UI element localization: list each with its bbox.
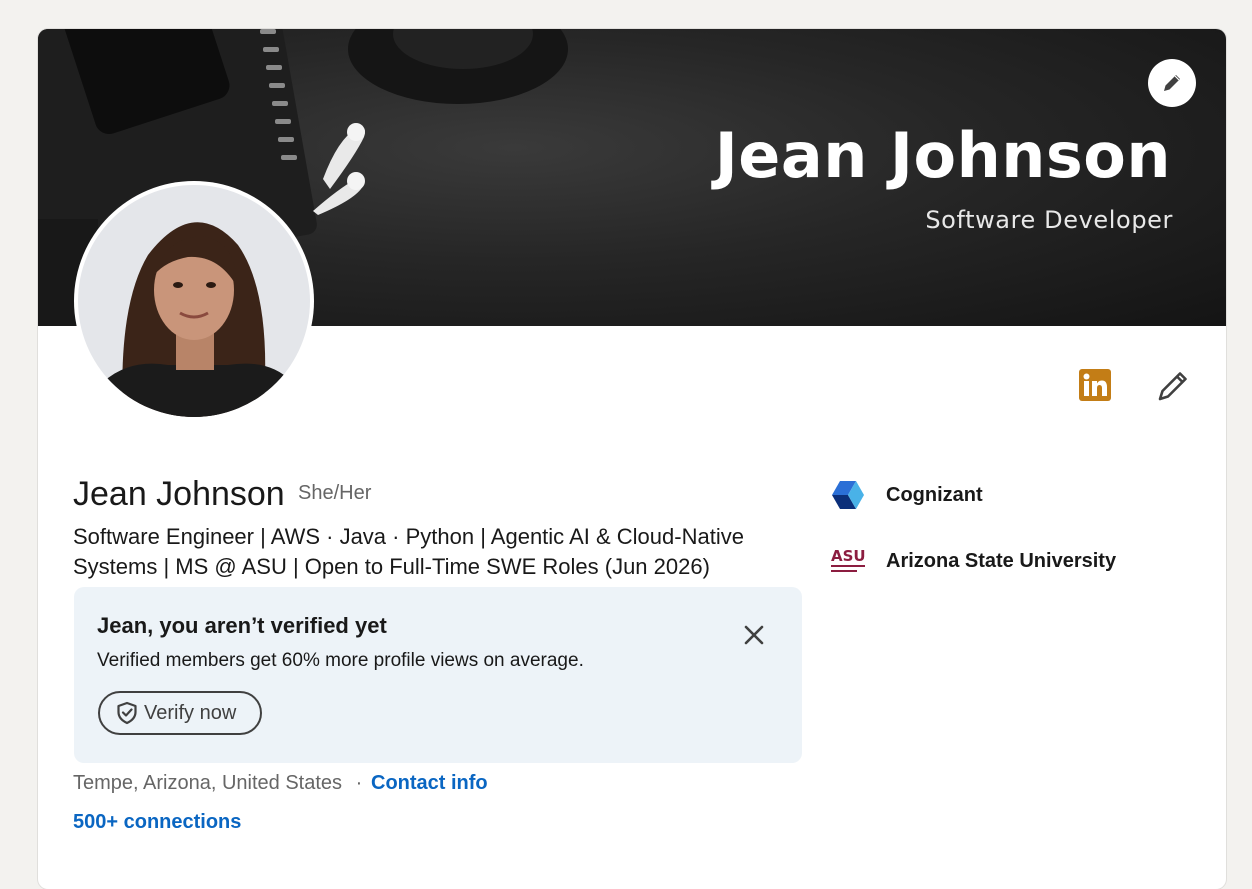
asu-logo: ASU (831, 547, 866, 572)
location-text: Tempe, Arizona, United States (73, 772, 343, 794)
profile-location: Tempe, Arizona, United States · (73, 772, 362, 795)
verify-now-label: Verify now (144, 701, 237, 724)
pencil-icon (1164, 75, 1180, 91)
org-item-cognizant[interactable]: Cognizant (830, 477, 983, 513)
edit-banner-button[interactable] (1148, 59, 1196, 107)
pronouns: She/Her (298, 482, 372, 504)
org-name: Cognizant (886, 483, 983, 506)
close-icon[interactable] (740, 621, 768, 649)
profile-name: Jean Johnson (73, 475, 285, 513)
shield-check-icon (117, 701, 137, 725)
asu-logo-mark: ASU (831, 547, 866, 565)
linkedin-icon[interactable] (1079, 369, 1111, 401)
banner-title: Jean Johnson (714, 119, 1171, 192)
profile-card: Jean Johnson Software Developer Jean Joh… (38, 29, 1226, 889)
edit-intro-button[interactable] (1155, 368, 1191, 404)
profile-photo[interactable] (74, 181, 314, 421)
avatar (78, 185, 310, 417)
location-separator: · (355, 772, 363, 794)
contact-info-link[interactable]: Contact info (371, 772, 488, 795)
banner-subtitle: Software Developer (925, 206, 1173, 234)
org-item-asu[interactable]: ASU Arizona State University (830, 543, 1116, 579)
profile-headline: Software Engineer | AWS · Java · Python … (73, 524, 744, 579)
verification-description: Verified members get 60% more profile vi… (97, 650, 584, 671)
verification-prompt: Jean, you aren’t verified yet Verified m… (74, 587, 802, 763)
cognizant-logo (832, 481, 864, 509)
verify-now-button[interactable]: Verify now (98, 691, 262, 735)
org-name: Arizona State University (886, 549, 1117, 572)
connections-link[interactable]: 500+ connections (73, 811, 241, 834)
verification-title: Jean, you aren’t verified yet (97, 613, 387, 638)
